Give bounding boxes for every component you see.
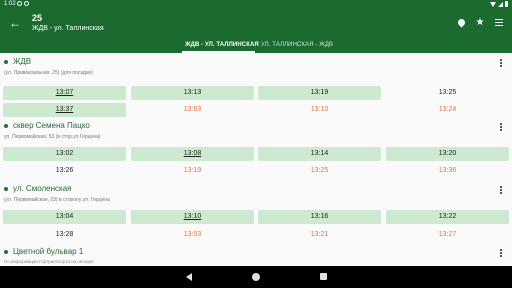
footer-note: По информации Гортранспорта на сегодня xyxy=(4,259,94,264)
time-cell[interactable]: 13:21 xyxy=(258,228,381,242)
time-cell[interactable]: 13:36 xyxy=(386,164,509,178)
app-root: 1:02 ← 25 ЖДВ - ул. Таллинская ★ ЖДВ - У… xyxy=(0,0,512,288)
status-bar: 1:02 xyxy=(0,0,512,8)
nav-home-icon[interactable] xyxy=(252,273,260,281)
stop-dot-icon xyxy=(4,187,8,191)
stop-address: (ул. Первомайская, 23) в сторону ул. Гер… xyxy=(4,197,110,203)
more-vert-icon[interactable] xyxy=(500,123,503,133)
stop-name: ул. Смоленская xyxy=(13,184,72,193)
star-icon: ★ xyxy=(475,17,485,28)
stop-header[interactable]: сквер Семена Пацко xyxy=(0,119,512,133)
nav-recents-icon[interactable] xyxy=(320,273,327,280)
time-cell[interactable]: 13:63 xyxy=(131,103,254,117)
back-button[interactable]: ← xyxy=(8,16,22,30)
time-cell[interactable]: 13:37 xyxy=(3,103,126,117)
time-cell[interactable]: 13:19 xyxy=(131,164,254,178)
time-cell[interactable]: 13:02 xyxy=(3,147,126,161)
map-button[interactable] xyxy=(454,16,468,30)
stop-header[interactable]: ул. Смоленская xyxy=(0,182,512,196)
stop-dot-icon xyxy=(4,250,8,254)
stop-name: сквер Семена Пацко xyxy=(13,121,90,130)
nav-back-icon[interactable] xyxy=(186,273,192,281)
time-cell[interactable]: 13:16 xyxy=(258,210,381,224)
time-cell[interactable]: 13:14 xyxy=(258,147,381,161)
time-cell[interactable]: 13:20 xyxy=(386,147,509,161)
notification-icon xyxy=(24,1,29,6)
stop-address: ул. Первомайская, 53 (в стор.ул.Герцена) xyxy=(4,134,101,140)
route-subtitle: ЖДВ - ул. Таллинская xyxy=(32,25,104,32)
arrow-back-icon: ← xyxy=(9,16,21,30)
time-cell[interactable]: 13:25 xyxy=(258,164,381,178)
favorite-button[interactable]: ★ xyxy=(473,16,487,30)
time-cell[interactable]: 13:22 xyxy=(386,210,509,224)
more-vert-icon[interactable] xyxy=(500,186,503,196)
tab-forward[interactable]: ЖДВ - УЛ. ТАЛЛИНСКАЯ xyxy=(185,42,259,48)
time-cell[interactable]: 13:10 xyxy=(131,210,254,224)
wifi-icon xyxy=(490,1,496,7)
app-bar: ← 25 ЖДВ - ул. Таллинская ★ xyxy=(0,8,512,38)
tab-backward[interactable]: УЛ. ТАЛЛИНСКАЯ - ЖДВ xyxy=(261,42,333,48)
direction-tabs: ЖДВ - УЛ. ТАЛЛИНСКАЯ УЛ. ТАЛЛИНСКАЯ - ЖД… xyxy=(0,38,512,53)
route-number: 25 xyxy=(32,13,43,23)
stop-dot-icon xyxy=(4,60,8,64)
location-pin-icon xyxy=(456,17,466,28)
notification-icon xyxy=(17,1,22,6)
time-cell[interactable]: 13:19 xyxy=(258,86,381,100)
time-cell[interactable]: 13:08 xyxy=(131,147,254,161)
signal-icon xyxy=(498,1,503,7)
stop-address: (ул. Привокзальная, 25) (для посадки) xyxy=(4,70,93,76)
stop-dot-icon xyxy=(4,124,8,128)
time-cell[interactable]: 13:03 xyxy=(131,228,254,242)
time-cell[interactable]: 13:04 xyxy=(3,210,126,224)
stop-name: ЖДВ xyxy=(13,57,32,66)
more-vert-icon[interactable] xyxy=(500,59,503,69)
time-cell[interactable]: 13:26 xyxy=(3,164,126,178)
time-cell[interactable]: 13:24 xyxy=(386,103,509,117)
time-cell[interactable]: 13:13 xyxy=(131,86,254,100)
time-cell[interactable]: 13:25 xyxy=(386,86,509,100)
time-cell[interactable]: 13:28 xyxy=(3,228,126,242)
more-vert-icon[interactable] xyxy=(500,249,503,258)
system-nav-bar xyxy=(0,266,512,288)
time-cell[interactable]: 13:27 xyxy=(386,228,509,242)
time-cell[interactable]: 13:07 xyxy=(3,86,126,100)
notification-icons xyxy=(17,1,29,6)
stops-list[interactable]: ЖДВ (ул. Привокзальная, 25) (для посадки… xyxy=(0,53,512,258)
status-time: 1:02 xyxy=(4,1,16,7)
stop-header[interactable]: Цветной бульвар 1 xyxy=(0,245,512,258)
list-icon xyxy=(495,19,503,26)
battery-icon xyxy=(505,1,508,7)
time-cell[interactable]: 13:10 xyxy=(258,103,381,117)
stop-header[interactable]: ЖДВ xyxy=(0,55,512,69)
system-icons xyxy=(490,0,508,8)
stop-name: Цветной бульвар 1 xyxy=(13,247,84,256)
list-button[interactable] xyxy=(492,16,506,30)
